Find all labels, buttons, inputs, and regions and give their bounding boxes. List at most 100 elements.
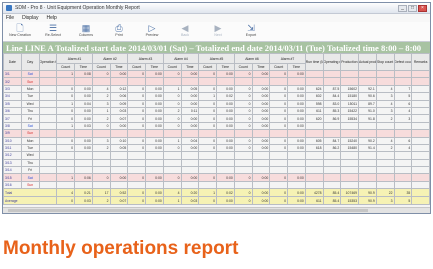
- table-row[interactable]: 3/1 Sat 1 0:08 0 0:00 0 0:00 0 0:00 0 0:00 0 0:00 0 0:0…: [3, 69, 430, 79]
- data-cell: [269, 158, 288, 168]
- group-header[interactable]: Alarm #7: [269, 53, 306, 64]
- summary-cell: [304, 77, 324, 86]
- day-cell: Wed: [20, 99, 40, 108]
- data-cell: [198, 166, 217, 175]
- column-header[interactable]: Operating rate (%): [322, 53, 342, 71]
- summary-cell: 2: [375, 114, 395, 123]
- data-cell: 0: [127, 69, 146, 79]
- menu-help[interactable]: Help: [46, 15, 56, 21]
- data-cell: 0: [162, 114, 182, 123]
- data-cell: [74, 129, 93, 138]
- data-cell: 0:00: [216, 114, 235, 123]
- toolbar-label: Columns: [78, 33, 94, 37]
- group-header[interactable]: Alarm #5: [198, 53, 235, 64]
- data-cell: 0: [269, 143, 288, 153]
- table-row[interactable]: 3/4 Tue 0 0:00 2 0:06 0 0:00 0 0:00 1 0:02 0 0:00 0 0:0…: [3, 92, 430, 101]
- data-cell: 0: [56, 143, 75, 153]
- data-cell: [287, 158, 306, 168]
- data-cell: 0: [162, 69, 182, 79]
- grid-button[interactable]: ▦ Columns: [72, 23, 100, 37]
- summary-cell: [304, 166, 324, 175]
- total-cell: 0:00: [145, 196, 164, 206]
- table-row[interactable]: 3/14 Fri: [3, 166, 430, 175]
- minimize-icon[interactable]: _: [398, 4, 407, 12]
- menu-display[interactable]: Display: [22, 15, 38, 21]
- export-button[interactable]: ⇲ Export: [237, 23, 265, 37]
- data-cell: 0:00: [251, 114, 271, 123]
- data-cell: 0: [198, 121, 217, 131]
- maximize-icon[interactable]: □: [408, 4, 417, 12]
- document-button[interactable]: 🗋 New Creation: [6, 23, 34, 37]
- day-cell: Mon: [20, 84, 40, 94]
- group-header[interactable]: Alarm #6: [233, 53, 271, 64]
- data-cell: 0:00: [145, 99, 164, 108]
- column-header[interactable]: Defect count: [393, 53, 413, 71]
- table-row[interactable]: 3/9 Sun: [3, 129, 430, 138]
- data-cell: 0:00: [216, 99, 235, 108]
- total-cell: 0:02: [216, 188, 235, 198]
- summary-cell: [411, 136, 430, 145]
- table-row[interactable]: 3/6 Thu 0 0:00 1 0:03 0 0:00 2 0:11 0 0:00 0 0:00 0 0:0…: [3, 106, 430, 116]
- menu-file[interactable]: File: [6, 15, 14, 21]
- column-header[interactable]: Remarks: [411, 53, 430, 71]
- print-button[interactable]: ⎙ Print: [105, 23, 133, 37]
- summary-cell: [375, 151, 395, 160]
- data-cell: [216, 151, 235, 160]
- data-cell: 0:00: [145, 92, 164, 101]
- total-summary-cell: 5: [393, 196, 413, 206]
- column-header[interactable]: Day: [20, 53, 40, 71]
- table-row[interactable]: 3/11 Tue 0 0:00 2 0:05 0 0:00 0 0:00 0 0:00 0 0:00 0 0:…: [3, 143, 430, 153]
- close-icon[interactable]: ×: [418, 4, 427, 12]
- column-header[interactable]: Actual production (%): [358, 53, 377, 71]
- play-button[interactable]: ▷ Preview: [138, 23, 166, 37]
- summary-cell: [322, 121, 342, 131]
- group-header[interactable]: Alarm #2: [91, 53, 129, 64]
- total-cell: 0: [127, 188, 146, 198]
- table-row[interactable]: 3/3 Mon 0 0:00 4 0:12 0 0:00 1 0:05 0 0:00 0 0:00 0 0:0…: [3, 84, 430, 94]
- day-cell: Sun: [20, 129, 40, 138]
- total-cell: 0: [269, 188, 288, 198]
- column-header[interactable]: Stop count: [375, 53, 395, 71]
- table-row[interactable]: 3/2 Sun: [3, 77, 430, 86]
- data-cell: [162, 129, 182, 138]
- summary-cell: 86.2: [322, 143, 342, 153]
- prev-button[interactable]: ◀ Back: [171, 23, 199, 37]
- data-cell: [109, 129, 129, 138]
- next-button[interactable]: ▶ Next: [204, 23, 232, 37]
- column-header[interactable]: Operation time: [38, 53, 58, 71]
- horizontal-scrollbar[interactable]: [3, 207, 430, 213]
- summary-cell: [358, 158, 377, 168]
- table-row[interactable]: 3/13 Thu: [3, 158, 430, 168]
- table-row[interactable]: 3/7 Fri 0 0:00 2 0:07 0 0:00 0 0:00 0 0:00 0 0:00 0 0:0…: [3, 114, 430, 123]
- summary-cell: 91.4: [358, 143, 377, 153]
- data-cell: 0:00: [287, 173, 306, 182]
- data-cell: [287, 77, 306, 86]
- group-header[interactable]: Alarm #1: [56, 53, 93, 64]
- scrollbar-thumb[interactable]: [8, 209, 368, 212]
- summary-cell: 91.8: [358, 114, 377, 123]
- table-row[interactable]: 3/10 Mon 0 0:00 3 0:10 0 0:00 1 0:04 0 0:00 0 0:00 0 0:…: [3, 136, 430, 145]
- group-header[interactable]: Alarm #4: [162, 53, 200, 64]
- data-cell: 0: [56, 114, 75, 123]
- data-cell: [233, 129, 253, 138]
- total-summary-cell: 90.9: [358, 196, 377, 206]
- data-cell: 0:10: [109, 136, 129, 145]
- table-row[interactable]: 3/5 Wed 1 0:04 3 0:09 0 0:00 0 0:00 0 0:00 0 0:00 0 0:0…: [3, 99, 430, 108]
- table-row[interactable]: 3/12 Wed: [3, 151, 430, 160]
- operation-time-cell: [38, 99, 58, 108]
- group-header[interactable]: Alarm #3: [127, 53, 164, 64]
- total-label: Total: [3, 188, 58, 198]
- list-button[interactable]: ☰ Re-Select: [39, 23, 67, 37]
- column-header[interactable]: Date: [3, 53, 22, 71]
- data-cell: 2: [91, 114, 111, 123]
- data-cell: [198, 151, 217, 160]
- document-icon: 🗋: [16, 23, 24, 33]
- table-row[interactable]: 3/15 Sat 1 0:06 0 0:00 0 0:00 0 0:00 0 0:00 0 0:00 0 0:…: [3, 173, 430, 182]
- summary-cell: 5: [393, 92, 413, 101]
- column-header[interactable]: Production count: [340, 53, 359, 71]
- table-row[interactable]: 3/8 Sat 1 0:03 0 0:00 0 0:00 0 0:00 0 0:00 0 0:00 0 0:0…: [3, 121, 430, 131]
- table-row[interactable]: 3/16 Sun: [3, 180, 430, 190]
- data-cell: [180, 166, 200, 175]
- column-header[interactable]: Run time (Minutes): [304, 53, 324, 71]
- total-row: Total 4 0:21 17 0:52 0 0:00 4 0:20 1 0:02 0 0:00 0 0:0…: [3, 188, 430, 198]
